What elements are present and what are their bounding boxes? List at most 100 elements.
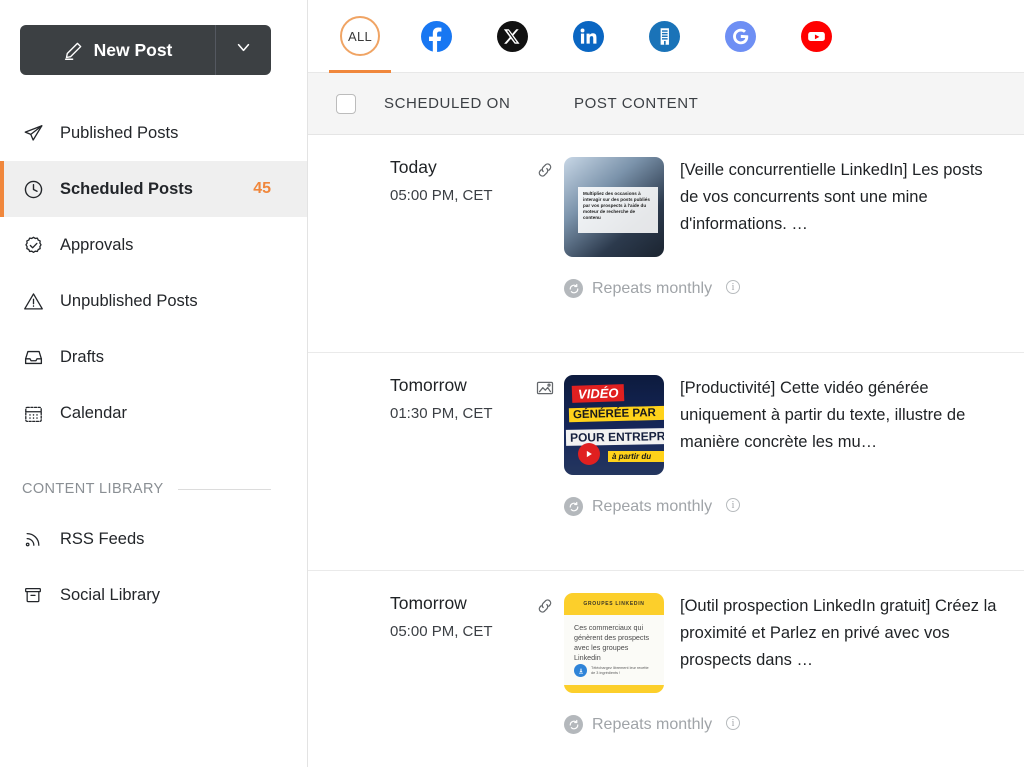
rss-icon (22, 528, 44, 550)
row-schedule: Today 05:00 PM, CET (308, 157, 526, 352)
warning-triangle-icon (22, 290, 44, 312)
clock-icon (22, 178, 44, 200)
sidebar-item-drafts[interactable]: Drafts (0, 329, 307, 385)
business-building-icon (648, 20, 680, 52)
table-row[interactable]: Today 05:00 PM, CET Multipliez des occas… (308, 135, 1024, 353)
thumbnail-line-4: à partir du (608, 451, 664, 462)
new-post-dropdown-button[interactable] (215, 25, 271, 75)
repeat-label: Repeats monthly (592, 279, 713, 297)
info-icon[interactable]: i (726, 498, 741, 512)
repeat-label: Repeats monthly (592, 715, 713, 733)
tab-x[interactable] (492, 0, 532, 73)
sidebar-item-unpublished-posts[interactable]: Unpublished Posts (0, 273, 307, 329)
linkedin-icon (572, 20, 604, 52)
select-all-checkbox[interactable] (336, 93, 356, 114)
post-thumbnail[interactable]: Multipliez des occasions à interagir sur… (564, 157, 664, 257)
thumbnail-bottom-bar (564, 685, 664, 693)
repeat-icon (564, 715, 583, 734)
tab-youtube[interactable] (796, 0, 836, 73)
tab-google-business-profile[interactable] (644, 0, 684, 73)
row-time: 05:00 PM, CET (390, 187, 493, 204)
repeat-info: Repeats monthly i (564, 715, 1014, 734)
sidebar-item-label: RSS Feeds (60, 529, 145, 548)
post-text: [Outil prospection LinkedIn gratuit] Cré… (680, 597, 997, 669)
send-icon (22, 122, 44, 144)
repeat-icon (564, 497, 583, 516)
tab-all-label: ALL (347, 28, 373, 44)
post-thumbnail[interactable]: VIDÉO GÉNÉRÉE PAR POUR ENTREPR à partir … (564, 375, 664, 475)
content-library-section-header: CONTENT LIBRARY (22, 481, 271, 497)
repeat-info: Repeats monthly i (564, 279, 1014, 298)
tab-google[interactable] (720, 0, 760, 73)
repeat-label: Repeats monthly (592, 497, 713, 515)
divider (177, 488, 271, 490)
new-post-button-group: New Post (20, 25, 271, 75)
thumbnail-body: Ces commerciaux qui génèrent des prospec… (574, 623, 650, 662)
sidebar-item-label: Calendar (60, 403, 127, 422)
channel-tabbar: ALL (308, 0, 1024, 73)
tab-linkedin[interactable] (568, 0, 608, 73)
sidebar-item-published-posts[interactable]: Published Posts (0, 105, 307, 161)
archive-box-icon (22, 584, 44, 606)
table-header-row: SCHEDULED ON POST CONTENT (308, 73, 1024, 135)
sidebar-item-calendar[interactable]: Calendar (0, 385, 307, 441)
sidebar-library-nav: RSS Feeds Social Library (0, 511, 307, 623)
row-body: VIDÉO GÉNÉRÉE PAR POUR ENTREPR à partir … (564, 375, 1024, 570)
scheduled-posts-count: 45 (253, 180, 271, 197)
row-body: GROUPES LINKEDIN Ces commerciaux qui gén… (564, 593, 1024, 767)
info-icon[interactable]: i (726, 716, 741, 730)
column-header-post-content: POST CONTENT (574, 95, 699, 112)
sidebar-item-rss-feeds[interactable]: RSS Feeds (0, 511, 307, 567)
thumbnail-overlay-text: Multipliez des occasions à interagir sur… (578, 187, 658, 233)
sidebar-item-label: Published Posts (60, 123, 179, 142)
thumbnail-header: GROUPES LINKEDIN (564, 593, 664, 615)
app-root: New Post Published Posts Scheduled Posts… (0, 0, 1024, 767)
row-day: Tomorrow (390, 375, 467, 395)
calendar-icon (22, 402, 44, 424)
row-time: 05:00 PM, CET (390, 623, 493, 640)
sidebar-item-social-library[interactable]: Social Library (0, 567, 307, 623)
download-cloud-icon (574, 664, 587, 677)
info-icon[interactable]: i (726, 280, 741, 294)
thumbnail-footer: Téléchargez librement leur recette de 3 … (574, 664, 649, 677)
tab-all[interactable]: ALL (329, 0, 391, 73)
chevron-down-icon (235, 39, 252, 61)
row-day: Today (390, 157, 437, 177)
sidebar-item-label: Drafts (60, 347, 105, 366)
main-content: ALL SCHEDULED ON POST CONTENT Today 05:0… (308, 0, 1024, 767)
repeat-info: Repeats monthly i (564, 497, 1014, 516)
pencil-icon (63, 40, 84, 61)
sidebar-item-approvals[interactable]: Approvals (0, 217, 307, 273)
column-header-scheduled-on: SCHEDULED ON (384, 95, 511, 112)
facebook-icon (420, 20, 452, 52)
sidebar-item-scheduled-posts[interactable]: Scheduled Posts 45 (0, 161, 307, 217)
sidebar-item-label: Social Library (60, 585, 160, 604)
link-icon (526, 593, 564, 767)
table-row[interactable]: Tomorrow 01:30 PM, CET VIDÉO GÉNÉRÉE PAR (308, 353, 1024, 571)
google-g-icon (724, 20, 756, 52)
check-badge-icon (22, 234, 44, 256)
tab-facebook[interactable] (416, 0, 456, 73)
new-post-button[interactable]: New Post (20, 25, 215, 75)
sidebar-nav: Published Posts Scheduled Posts 45 Appro… (0, 105, 307, 441)
table-row[interactable]: Tomorrow 05:00 PM, CET GROUPES LINKEDIN … (308, 571, 1024, 767)
inbox-icon (22, 346, 44, 368)
post-text: [Veille concurrentielle LinkedIn] Les po… (680, 161, 983, 233)
thumbnail-line-2: GÉNÉRÉE PAR (568, 405, 664, 423)
row-body: Multipliez des occasions à interagir sur… (564, 157, 1024, 352)
x-twitter-icon (496, 20, 528, 52)
all-circle-icon: ALL (340, 16, 380, 56)
content-library-title: CONTENT LIBRARY (22, 481, 164, 497)
sidebar-item-label: Scheduled Posts (60, 179, 193, 198)
new-post-label: New Post (93, 39, 173, 60)
row-schedule: Tomorrow 05:00 PM, CET (308, 593, 526, 767)
repeat-icon (564, 279, 583, 298)
post-thumbnail[interactable]: GROUPES LINKEDIN Ces commerciaux qui gén… (564, 593, 664, 693)
thumbnail-line-3: POUR ENTREPR (565, 428, 664, 446)
play-icon (578, 443, 600, 465)
youtube-icon (800, 20, 832, 52)
sidebar-item-label: Unpublished Posts (60, 291, 198, 310)
sidebar-item-label: Approvals (60, 235, 134, 254)
post-text: [Productivité] Cette vidéo générée uniqu… (680, 379, 966, 451)
sidebar: New Post Published Posts Scheduled Posts… (0, 0, 308, 767)
